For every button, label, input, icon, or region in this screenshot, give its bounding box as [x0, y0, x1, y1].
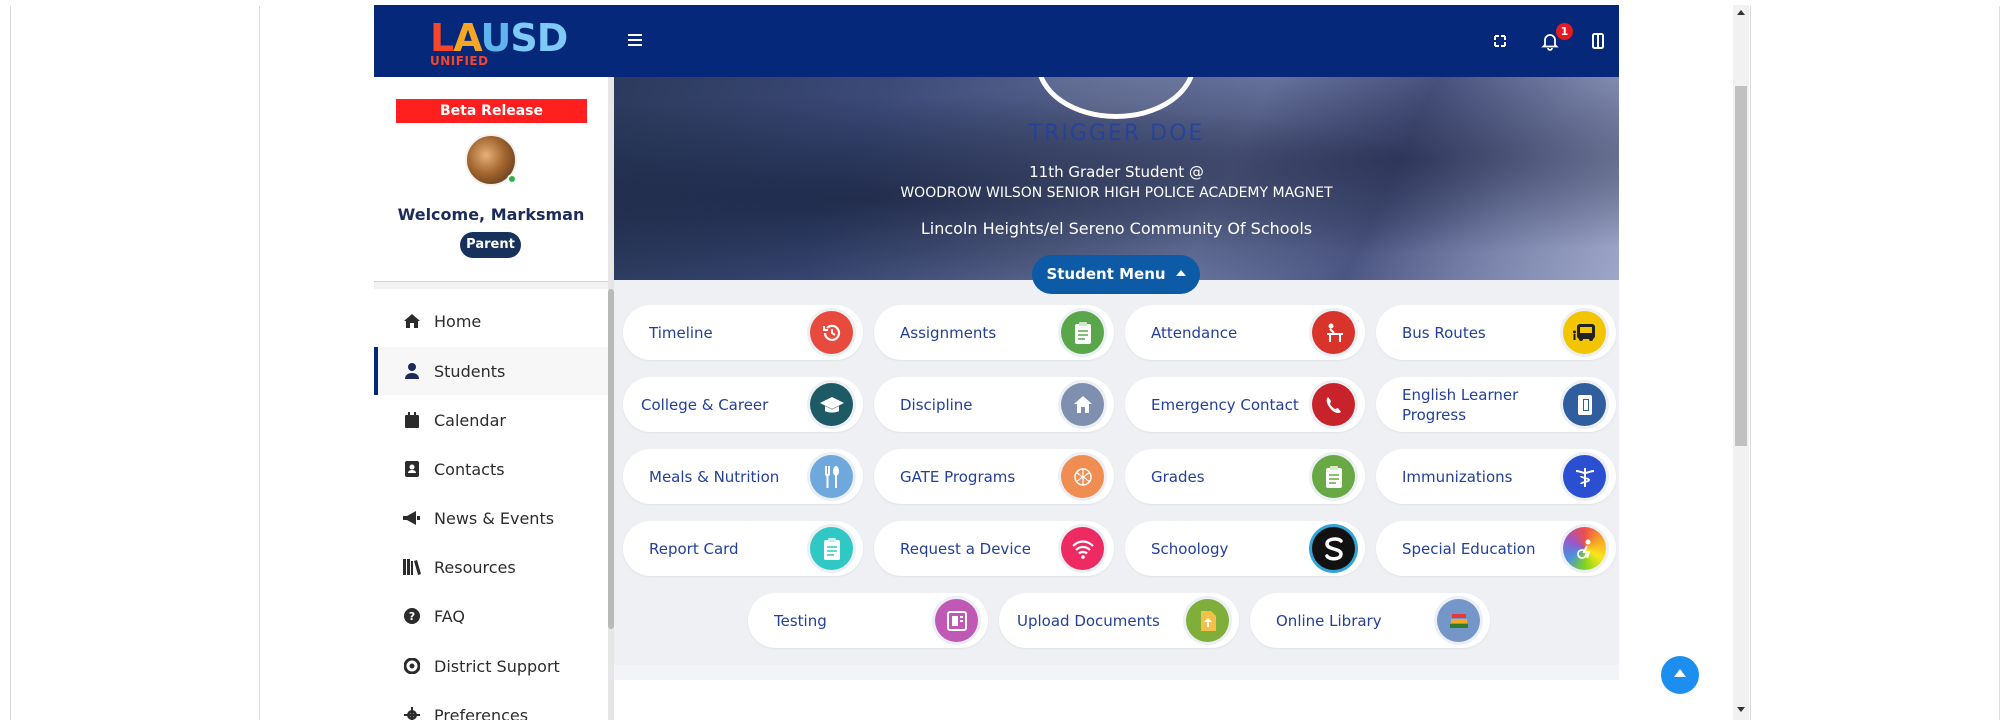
sidebar-item-students[interactable]: Students	[374, 347, 608, 395]
sidebar: Beta Release Welcome, Marksman Parent Ho…	[374, 77, 614, 720]
sidebar-item-district-support[interactable]: District Support	[374, 642, 608, 690]
book-icon	[1563, 383, 1606, 426]
tile-immunizations[interactable]: Immunizations	[1376, 449, 1616, 504]
megaphone-icon	[402, 509, 422, 527]
tile-report-card[interactable]: Report Card	[623, 521, 863, 576]
tile-schoology[interactable]: Schoology	[1125, 521, 1365, 576]
student-menu-toggle-button[interactable]: Student Menu	[1032, 255, 1200, 294]
home-icon	[402, 312, 422, 330]
bus-icon	[1563, 311, 1606, 354]
sidebar-item-resources[interactable]: Resources	[374, 543, 608, 591]
user-icon	[402, 362, 422, 380]
sidebar-item-label: Home	[434, 311, 482, 331]
fork-spoon-icon	[810, 455, 853, 498]
special-ed-icon	[1563, 527, 1606, 570]
sidebar-item-label: Resources	[434, 557, 516, 577]
tile-discipline[interactable]: Discipline	[874, 377, 1114, 432]
tile-english-learner-progress[interactable]: English Learner Progress	[1376, 377, 1616, 432]
student-community: Lincoln Heights/el Sereno Community Of S…	[920, 219, 1313, 238]
student-name: TRIGGER DOE	[1028, 121, 1205, 146]
sidebar-item-label: News & Events	[434, 508, 555, 528]
tile-attendance[interactable]: Attendance	[1125, 305, 1365, 360]
calendar-icon	[402, 411, 422, 429]
library-books-icon	[1437, 599, 1480, 642]
logo-letters-sd: SD	[510, 16, 568, 60]
lifebuoy-icon	[402, 657, 422, 675]
graduation-cap-icon	[810, 383, 853, 426]
phone-icon	[1312, 383, 1355, 426]
tile-request-device[interactable]: Request a Device	[874, 521, 1114, 576]
side-panel-icon[interactable]	[1586, 29, 1610, 53]
sidebar-item-label: Calendar	[434, 410, 506, 430]
clipboard-icon	[810, 527, 853, 570]
history-icon	[810, 311, 853, 354]
tile-testing[interactable]: Testing	[748, 593, 988, 648]
top-navbar: LAUSD UNIFIED 1	[374, 5, 1619, 77]
books-icon	[402, 558, 422, 576]
content-area	[614, 680, 1619, 720]
online-status-dot	[507, 174, 517, 184]
sidebar-item-news-events[interactable]: News & Events	[374, 494, 608, 542]
left-margin-panel	[10, 6, 260, 720]
sidebar-item-home[interactable]: Home	[374, 297, 608, 345]
wifi-icon	[1061, 527, 1104, 570]
brain-icon	[1061, 455, 1104, 498]
sidebar-item-preferences[interactable]: Preferences	[374, 691, 608, 720]
sidebar-item-label: FAQ	[434, 606, 465, 626]
right-margin-panel	[1750, 6, 2000, 720]
lausd-logo[interactable]: LAUSD UNIFIED	[430, 19, 568, 68]
sidebar-item-contacts[interactable]: Contacts	[374, 445, 608, 493]
logo-subtitle: UNIFIED	[430, 54, 489, 68]
gear-icon	[402, 706, 422, 720]
tile-assignments[interactable]: Assignments	[874, 305, 1114, 360]
beta-release-banner: Beta Release	[396, 99, 587, 123]
sidebar-item-faq[interactable]: ? FAQ	[374, 592, 608, 640]
fullscreen-icon[interactable]	[1488, 29, 1512, 53]
tile-meals-nutrition[interactable]: Meals & Nutrition	[623, 449, 863, 504]
tile-college-career[interactable]: College & Career	[623, 377, 863, 432]
tile-upload-documents[interactable]: Upload Documents	[999, 593, 1239, 648]
sidebar-item-label: Contacts	[434, 459, 505, 479]
caret-up-icon	[1175, 269, 1186, 276]
welcome-text: Welcome, Marksman	[397, 205, 585, 224]
tablet-icon	[935, 599, 978, 642]
browser-viewport: LAUSD UNIFIED 1 Beta Release Welcome, Ma…	[0, 0, 2009, 720]
tile-special-education[interactable]: Special Education	[1376, 521, 1616, 576]
svg-text:?: ?	[409, 610, 415, 623]
student-school: WOODROW WILSON SENIOR HIGH POLICE ACADEM…	[900, 185, 1333, 201]
tile-online-library[interactable]: Online Library	[1250, 593, 1490, 648]
scroll-down-arrow-icon[interactable]	[1737, 707, 1745, 712]
contact-card-icon	[402, 460, 422, 478]
tile-bus-routes[interactable]: Bus Routes	[1376, 305, 1616, 360]
caduceus-icon	[1563, 455, 1606, 498]
back-to-top-button[interactable]	[1661, 656, 1699, 694]
desk-icon	[1312, 311, 1355, 354]
portal-app: LAUSD UNIFIED 1 Beta Release Welcome, Ma…	[374, 5, 1619, 720]
notification-badge: 1	[1556, 23, 1573, 40]
student-grade: 11th Grader Student @	[1029, 163, 1204, 181]
sidebar-divider	[374, 281, 608, 289]
clipboard-icon	[1061, 311, 1104, 354]
student-hero-banner: TRIGGER DOE 11th Grader Student @ WOODRO…	[614, 77, 1619, 280]
sidebar-item-label: Students	[434, 361, 506, 381]
upload-document-icon	[1186, 599, 1229, 642]
school-house-icon	[1061, 383, 1104, 426]
scroll-up-arrow-icon[interactable]	[1737, 10, 1745, 15]
sidebar-item-label: District Support	[434, 656, 560, 676]
role-badge: Parent	[460, 232, 521, 258]
page-scrollbar-thumb[interactable]	[1735, 86, 1747, 446]
question-icon: ?	[402, 607, 422, 625]
sidebar-item-label: Preferences	[434, 705, 529, 720]
tile-gate-programs[interactable]: GATE Programs	[874, 449, 1114, 504]
tile-grades[interactable]: Grades	[1125, 449, 1365, 504]
tile-timeline[interactable]: Timeline	[623, 305, 863, 360]
schoology-icon	[1312, 527, 1355, 570]
tile-emergency-contact[interactable]: Emergency Contact	[1125, 377, 1365, 432]
hamburger-menu-icon[interactable]	[628, 31, 648, 51]
sidebar-item-calendar[interactable]: Calendar	[374, 396, 608, 444]
clipboard-icon	[1312, 455, 1355, 498]
